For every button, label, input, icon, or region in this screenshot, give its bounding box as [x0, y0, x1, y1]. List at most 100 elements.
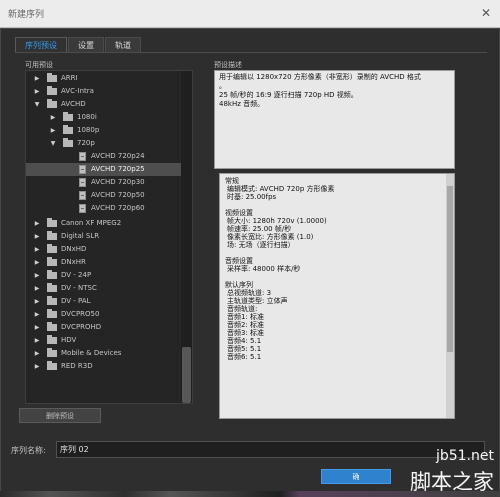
tree-item-label: ARRI [61, 74, 78, 82]
details-line: 音频轨道: [227, 305, 258, 313]
tree-item-label: AVCHD 720p30 [91, 178, 145, 186]
preset-file-icon [79, 178, 86, 187]
details-line: 场: 无场（逐行扫描） [227, 241, 295, 249]
tab-sequence-presets[interactable]: 序列预设 [15, 37, 67, 53]
tree-item-label: AVCHD [61, 100, 86, 108]
tree-item-dnxhd[interactable]: ▶ DNxHD [26, 243, 182, 256]
tree-item-1080i[interactable]: ▶ 1080i [26, 111, 182, 124]
details-line: 像素长宽比: 方形像素 (1.0) [227, 233, 314, 241]
tree-item-label: DV - PAL [61, 297, 91, 305]
details-line: 主轨道类型: 立体声 [227, 297, 288, 305]
tree-scrollbar-thumb[interactable] [182, 347, 191, 403]
details-line: 默认序列 [225, 281, 253, 289]
chevron-right-icon[interactable]: ▶ [33, 308, 41, 321]
folder-icon [47, 322, 57, 331]
details-line: 音频4: 5.1 [227, 337, 262, 345]
chevron-right-icon[interactable]: ▶ [33, 85, 41, 98]
chevron-right-icon[interactable]: ▶ [49, 111, 57, 124]
tree-item-label: Canon XF MPEG2 [61, 219, 122, 227]
watermark: jb51.net 脚本之家 [368, 448, 500, 497]
tree-item-red-r3d[interactable]: ▶ RED R3D [26, 360, 182, 373]
details-scrollbar-thumb[interactable] [447, 186, 453, 352]
tree-item-dv-24p[interactable]: ▶ DV - 24P [26, 269, 182, 282]
tree-item-720p[interactable]: ▼ 720p [26, 137, 182, 150]
folder-icon [63, 125, 73, 134]
details-line: 帧大小: 1280h 720v (1.0000) [227, 217, 327, 225]
tree-item-dv-ntsc[interactable]: ▶ DV - NTSC [26, 282, 182, 295]
chevron-right-icon[interactable]: ▶ [33, 282, 41, 295]
chevron-down-icon[interactable]: ▼ [33, 98, 41, 111]
chevron-right-icon[interactable]: ▶ [33, 360, 41, 373]
tree-item-label: DV - 24P [61, 271, 92, 279]
close-icon[interactable]: ✕ [472, 0, 500, 28]
tree-item-label: 1080p [77, 126, 100, 134]
tree-item-avchd[interactable]: ▼ AVCHD [26, 98, 182, 111]
details-spacer [225, 249, 449, 257]
details-line: 音频3: 标准 [227, 329, 265, 337]
tree-item-label: 720p [77, 139, 95, 147]
chevron-down-icon[interactable]: ▼ [49, 137, 57, 150]
folder-icon [47, 257, 57, 266]
chevron-right-icon[interactable]: ▶ [49, 124, 57, 137]
tree-item-label: AVC-Intra [61, 87, 94, 95]
tree-item-label: DVCPRO50 [61, 310, 100, 318]
folder-icon [47, 296, 57, 305]
background-strip [0, 491, 500, 497]
tree-item-canon-xf-mpeg2[interactable]: ▶ Canon XF MPEG2 [26, 217, 182, 230]
tree-item-avchd-720p60[interactable]: AVCHD 720p60 [26, 202, 182, 215]
preset-file-icon [79, 204, 86, 213]
folder-icon [47, 99, 57, 108]
chevron-right-icon[interactable]: ▶ [33, 243, 41, 256]
details-line: 总视频轨道: 3 [227, 289, 272, 297]
tree-item-dnxhr[interactable]: ▶ DNxHR [26, 256, 182, 269]
tree-item-avchd-720p25[interactable]: AVCHD 720p25 [26, 163, 182, 176]
tree-item-label: AVCHD 720p25 [91, 165, 145, 173]
tree-item-dvcprohd[interactable]: ▶ DVCPROHD [26, 321, 182, 334]
folder-icon [47, 335, 57, 344]
chevron-right-icon[interactable]: ▶ [33, 256, 41, 269]
details-spacer [225, 273, 449, 281]
chevron-right-icon[interactable]: ▶ [33, 72, 41, 85]
tab-tracks[interactable]: 轨道 [105, 37, 141, 53]
delete-preset-button[interactable]: 删除预设 [19, 408, 101, 423]
tree-item-avchd-720p24[interactable]: AVCHD 720p24 [26, 150, 182, 163]
available-presets-label: 可用预设 [25, 61, 53, 69]
tree-item-avc-intra[interactable]: ▶ AVC-Intra [26, 85, 182, 98]
chevron-right-icon[interactable]: ▶ [33, 295, 41, 308]
tree-item-digital-slr[interactable]: ▶ Digital SLR [26, 230, 182, 243]
description-line: 25 帧/秒的 16:9 逐行扫描 720p HD 视频。 [219, 91, 358, 99]
tree-scrollbar[interactable] [181, 71, 192, 403]
chevron-right-icon[interactable]: ▶ [33, 347, 41, 360]
folder-icon [47, 231, 57, 240]
tree-item-dv-pal[interactable]: ▶ DV - PAL [26, 295, 182, 308]
tree-item-avchd-720p30[interactable]: AVCHD 720p30 [26, 176, 182, 189]
tree-item-label: 1080i [77, 113, 97, 121]
details-line: 采样率: 48000 样本/秒 [227, 265, 301, 273]
details-line: 编辑模式: AVCHD 720p 方形像素 [227, 185, 335, 193]
tree-item-label: DVCPROHD [61, 323, 102, 331]
details-line: 常规 [225, 177, 239, 185]
tree-item-dvcpro50[interactable]: ▶ DVCPRO50 [26, 308, 182, 321]
folder-icon [47, 361, 57, 370]
chevron-right-icon[interactable]: ▶ [33, 269, 41, 282]
tree-item-arri[interactable]: ▶ ARRI [26, 72, 182, 85]
folder-icon [63, 112, 73, 121]
window-title: 新建序列 [8, 10, 45, 20]
preset-description-panel: 用于编辑以 1280x720 方形像素（非宽形）录制的 AVCHD 格式 。 2… [214, 70, 455, 169]
chevron-right-icon[interactable]: ▶ [33, 230, 41, 243]
tree-item-1080p[interactable]: ▶ 1080p [26, 124, 182, 137]
chevron-right-icon[interactable]: ▶ [33, 217, 41, 230]
tab-settings[interactable]: 设置 [68, 37, 104, 53]
tree-item-mobile-devices[interactable]: ▶ Mobile & Devices [26, 347, 182, 360]
preset-file-icon [79, 165, 86, 174]
folder-icon [47, 244, 57, 253]
tree-item-hdv[interactable]: ▶ HDV [26, 334, 182, 347]
details-line: 时基: 25.00fps [227, 193, 277, 201]
chevron-right-icon[interactable]: ▶ [33, 321, 41, 334]
chevron-right-icon[interactable]: ▶ [33, 334, 41, 347]
tree-item-avchd-720p50[interactable]: AVCHD 720p50 [26, 189, 182, 202]
preset-tree[interactable]: ▶ ARRI ▶ AVC-Intra ▼ AVCHD ▶ 1080i ▶ 1080p ▼ 7… [25, 70, 193, 404]
folder-icon [63, 138, 73, 147]
details-scrollbar[interactable] [446, 174, 454, 418]
tab-divider [15, 52, 487, 53]
